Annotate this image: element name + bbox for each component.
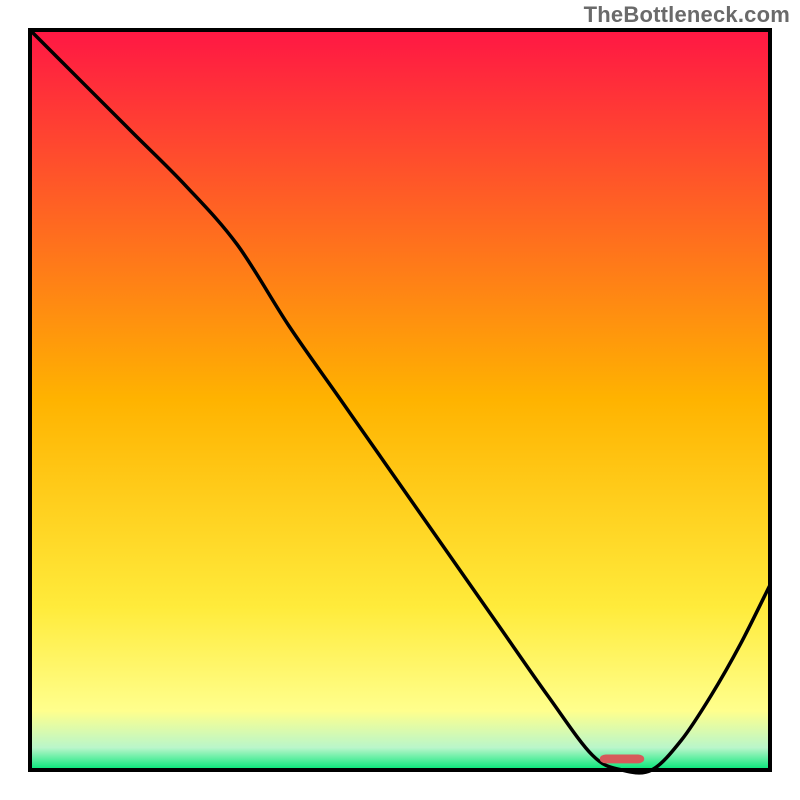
bottleneck-chart bbox=[0, 0, 800, 800]
chart-container: TheBottleneck.com bbox=[0, 0, 800, 800]
optimum-marker bbox=[600, 754, 644, 763]
